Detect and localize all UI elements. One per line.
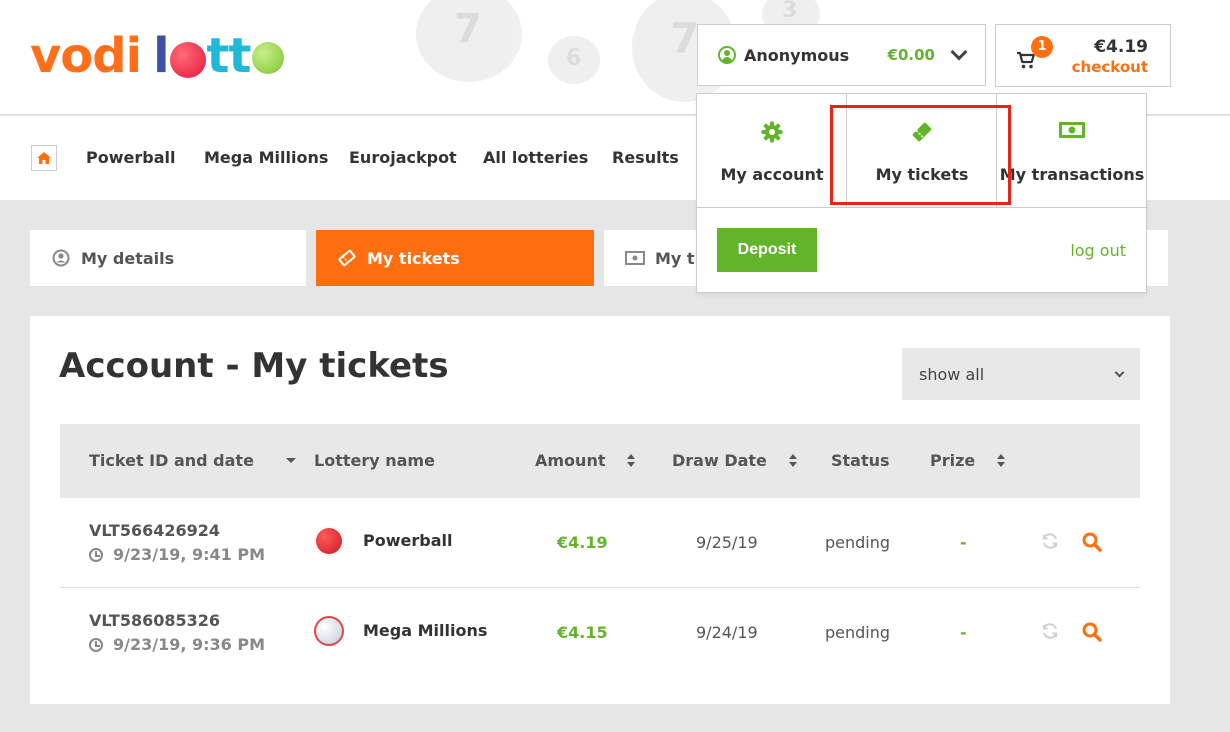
search-icon[interactable] (1081, 531, 1103, 553)
chevron-down-icon (1114, 367, 1125, 377)
nav-item-results[interactable]: Results (612, 148, 679, 167)
column-ticket-id[interactable]: Ticket ID and date (89, 451, 296, 470)
ticket-filter-select[interactable]: show all (902, 348, 1140, 400)
page-title: Account - My tickets (59, 346, 449, 386)
ticket-id: VLT586085326 (89, 611, 221, 630)
logo-green-ball (252, 42, 285, 74)
dropdown-my-tickets[interactable]: My tickets (847, 94, 997, 208)
dropdown-my-account[interactable]: My account (697, 94, 847, 208)
username-label: Anonymous (744, 45, 850, 65)
dropdown-my-transactions[interactable]: My transactions (997, 94, 1147, 208)
sort-icon (997, 454, 1006, 467)
ticket-amount: €4.15 (557, 623, 608, 642)
column-prize[interactable]: Prize (930, 451, 1006, 470)
column-lottery-name: Lottery name (314, 451, 435, 470)
chevron-down-icon (950, 43, 968, 61)
sort-icon (627, 454, 636, 467)
lottery-name: Powerball (363, 531, 453, 550)
cart-total: €4.19 (1094, 37, 1148, 57)
sort-down-icon (285, 458, 296, 463)
ticket-status: pending (825, 533, 891, 552)
tab-label: My tickets (367, 248, 460, 268)
logout-link[interactable]: log out (1070, 241, 1126, 260)
user-circle-icon (50, 249, 72, 267)
lottery-name: Mega Millions (363, 621, 488, 640)
ticket-date: 9/23/19, 9:41 PM (89, 545, 265, 564)
cart-count-badge: 1 (1031, 36, 1053, 58)
ticket-icon (336, 249, 358, 267)
checkout-link[interactable]: checkout (1072, 58, 1148, 76)
home-button[interactable] (31, 145, 57, 171)
gear-icon (697, 120, 847, 144)
mega-millions-logo-icon (314, 616, 344, 646)
deposit-button[interactable]: Deposit (717, 228, 817, 272)
table-row: VLT586085326 9/23/19, 9:36 PM Mega Milli… (60, 588, 1140, 678)
account-menu-toggle[interactable]: Anonymous €0.00 (697, 24, 986, 86)
column-status: Status (831, 451, 890, 470)
vodi-lotto-logo[interactable]: vodi l tt (30, 28, 285, 84)
powerball-logo-icon (314, 526, 344, 556)
column-amount[interactable]: Amount (535, 451, 636, 470)
filter-value: show all (919, 364, 985, 384)
draw-date: 9/24/19 (696, 623, 758, 642)
clock-icon (89, 637, 103, 652)
account-balance: €0.00 (887, 46, 935, 64)
money-icon (997, 120, 1147, 144)
draw-date: 9/25/19 (696, 533, 758, 552)
dropdown-label: My tickets (875, 165, 969, 184)
tab-my-tickets[interactable]: My tickets (316, 230, 594, 286)
tab-label: My details (81, 248, 175, 268)
dropdown-label: My account (720, 165, 824, 184)
ticket-prize: - (960, 623, 967, 642)
tickets-card: Account - My tickets show all Ticket ID … (30, 316, 1170, 704)
refresh-icon[interactable] (1040, 621, 1060, 641)
nav-item-eurojackpot[interactable]: Eurojackpot (349, 148, 457, 167)
refresh-icon[interactable] (1040, 531, 1060, 551)
search-icon[interactable] (1081, 621, 1103, 643)
clock-icon (89, 547, 103, 562)
divider (697, 207, 1148, 208)
ticket-status: pending (825, 623, 891, 642)
nav-item-all-lotteries[interactable]: All lotteries (483, 148, 588, 167)
dropdown-label: My transactions (999, 165, 1145, 184)
user-circle-icon (718, 46, 736, 64)
ticket-prize: - (960, 533, 967, 552)
ticket-icon (847, 120, 997, 144)
table-header: Ticket ID and date Lottery name Amount D… (60, 424, 1140, 498)
account-dropdown: My account My tickets My transactions De… (696, 93, 1148, 293)
tab-my-details[interactable]: My details (30, 230, 306, 286)
ticket-amount: €4.19 (557, 533, 608, 552)
sort-icon (788, 454, 797, 467)
ticket-id: VLT566426924 (89, 521, 221, 540)
logo-red-ball (169, 42, 206, 78)
home-icon (37, 152, 51, 164)
nav-item-mega-millions[interactable]: Mega Millions (204, 148, 328, 167)
table-row: VLT566426924 9/23/19, 9:41 PM Powerball … (60, 498, 1140, 588)
ticket-date: 9/23/19, 9:36 PM (89, 635, 265, 654)
money-icon (624, 251, 646, 265)
column-draw-date[interactable]: Draw Date (672, 451, 797, 470)
nav-item-powerball[interactable]: Powerball (86, 148, 175, 167)
cart-button[interactable]: 1 €4.19 checkout (995, 24, 1171, 87)
